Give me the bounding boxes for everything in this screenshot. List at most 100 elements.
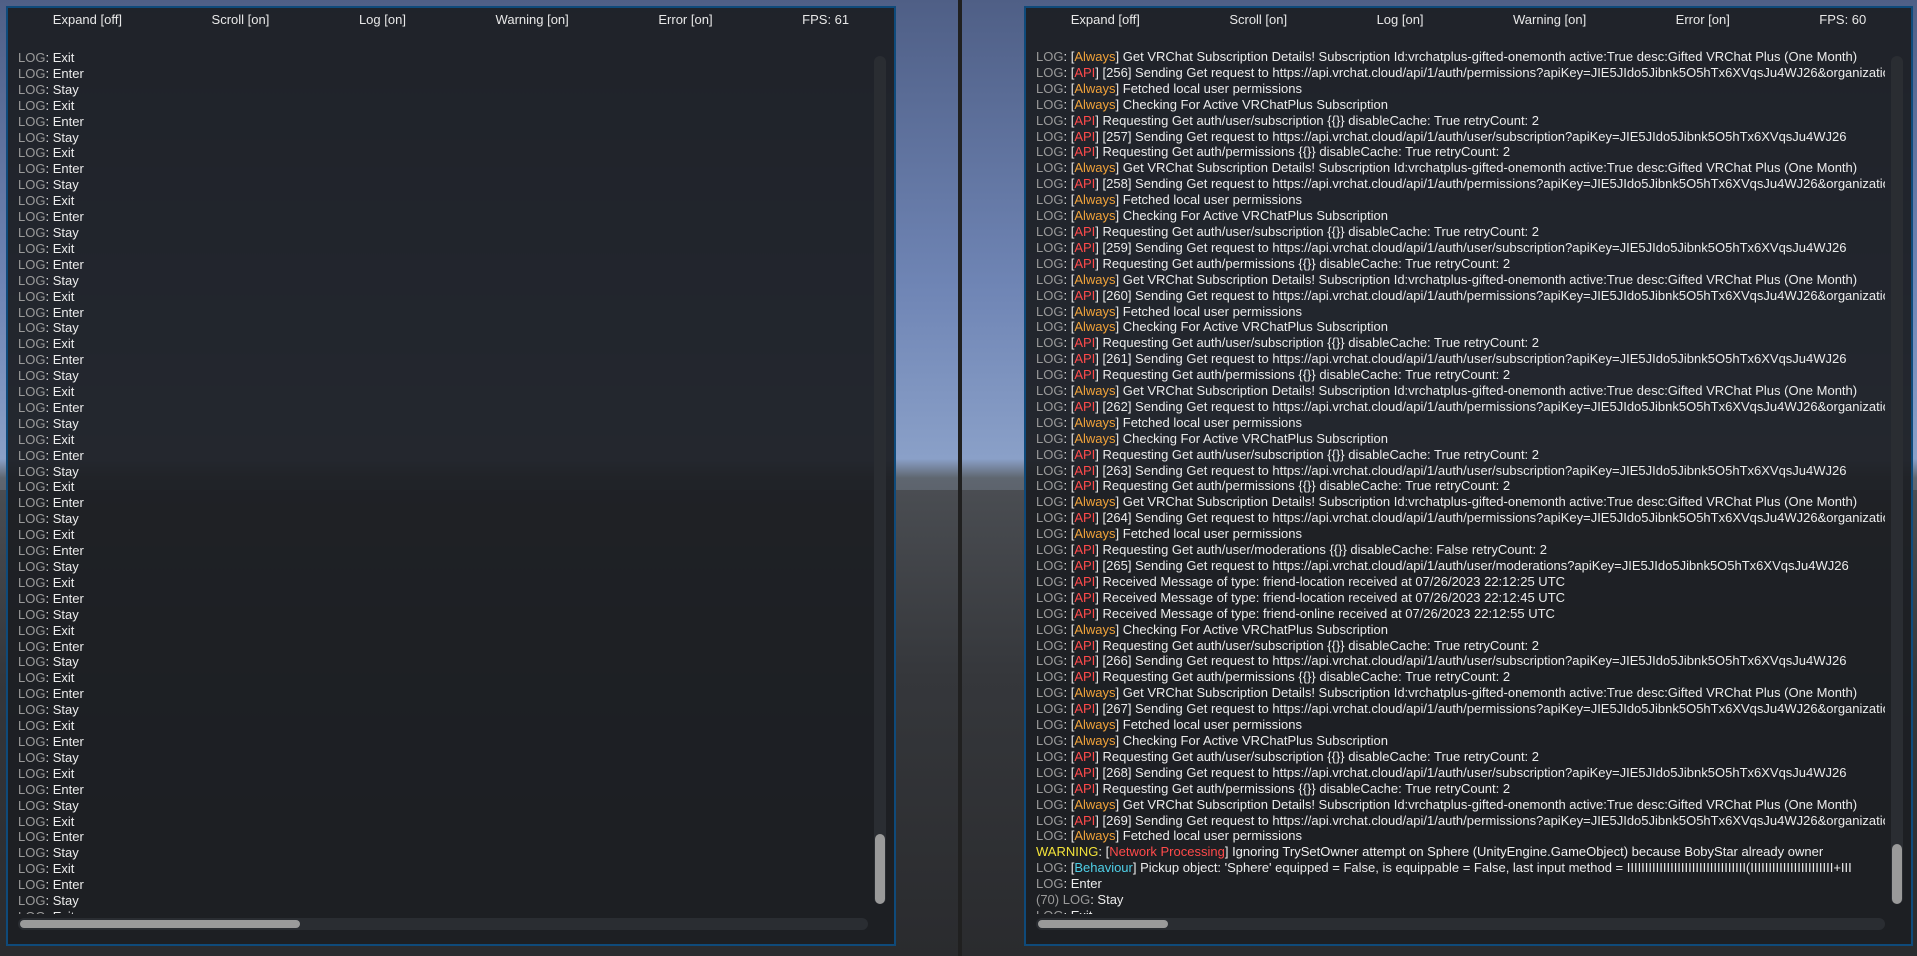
log-level: LOG [18,431,46,447]
log-level: LOG [18,272,46,288]
log-level: LOG [18,161,46,177]
log-message: Requesting Get auth/user/subscription {{… [1102,637,1540,653]
log-message: Stay [52,845,79,861]
log-toggle[interactable]: Log [on] [1377,12,1424,27]
log-message: Enter [52,781,84,797]
log-message: Enter [52,543,84,559]
log-line: LOG: [Always] Checking For Active VRChat… [1036,96,1388,112]
log-level: LOG [1036,589,1064,605]
log-level: LOG [18,527,46,543]
log-level: LOG [18,893,46,909]
log-line: LOG: Stay [18,129,79,145]
log-message: Stay [52,368,79,384]
log-message: Ignoring TrySetOwner attempt on Sphere (… [1232,844,1824,860]
log-level: LOG [18,686,46,702]
log-line: LOG: [Always] Get VRChat Subscription De… [1036,49,1858,64]
console-toolbar: Expand [off] Scroll [on] Log [on] Warnin… [1026,8,1911,30]
log-message: Enter [52,829,84,845]
log-level: LOG [1036,335,1064,351]
log-level: LOG [18,97,46,113]
error-toggle[interactable]: Error [on] [1676,12,1730,27]
log-level: LOG [1036,860,1064,876]
error-toggle[interactable]: Error [on] [658,12,712,27]
log-line: LOG: Exit [18,50,75,65]
log-level: LOG [1036,764,1064,780]
log-line: LOG: Exit [18,431,75,447]
log-message: Requesting Get auth/permissions {{}} dis… [1102,478,1511,494]
log-tag: Always [1074,796,1116,812]
log-line: LOG: [API] [256] Sending Get request to … [1036,65,1885,81]
log-message: Fetched local user permissions [1122,192,1302,208]
log-line: LOG: Enter [18,256,84,272]
log-tag: API [1074,112,1096,128]
log-message: Requesting Get auth/user/subscription {{… [1102,748,1540,764]
log-line: LOG: Enter [18,686,84,702]
log-line: LOG: [API] [268] Sending Get request to … [1036,764,1847,780]
log-message: Enter [52,352,84,368]
log-message: Stay [52,606,79,622]
scroll-toggle[interactable]: Scroll [on] [212,12,270,27]
log-level: LOG [18,384,46,400]
log-message: Fetched local user permissions [1122,526,1302,542]
log-message: Exit [52,527,75,543]
log-message: Requesting Get auth/permissions {{}} dis… [1102,669,1511,685]
log-toggle[interactable]: Log [on] [359,12,406,27]
log-tag: Always [1074,526,1116,542]
log-message: Enter [1070,876,1102,892]
log-line: LOG: Exit [18,193,75,209]
log-level: LOG [1036,208,1064,224]
log-message: Requesting Get auth/permissions {{}} dis… [1102,367,1511,383]
log-level: LOG [18,733,46,749]
vertical-scrollbar[interactable] [874,56,886,904]
log-message: Requesting Get auth/user/subscription {{… [1102,335,1540,351]
log-message: Enter [52,256,84,272]
log-tag: Always [1074,80,1116,96]
log-level: LOG [18,224,46,240]
log-line: LOG: [Always] Checking For Active VRChat… [1036,208,1388,224]
log-line: LOG: [API] Received Message of type: fri… [1036,605,1555,621]
log-message: Checking For Active VRChatPlus Subscript… [1122,96,1388,112]
log-tag: API [1074,255,1096,271]
log-message: [256] Sending Get request to https://api… [1102,64,1885,80]
vertical-scrollbar[interactable] [1891,56,1903,904]
log-line: LOG: [API] Requesting Get auth/permissio… [1036,669,1511,685]
scroll-thumb[interactable] [875,834,885,904]
log-line: LOG: Exit [18,574,75,590]
log-tag: API [1074,239,1096,255]
log-message: Exit [52,97,75,113]
log-tag: API [1074,605,1096,621]
log-message: Requesting Get auth/permissions {{}} dis… [1102,780,1511,796]
log-level: LOG [18,781,46,797]
expand-toggle[interactable]: Expand [off] [53,12,122,27]
log-message: [263] Sending Get request to https://api… [1102,462,1847,478]
warning-toggle[interactable]: Warning [on] [1513,12,1586,27]
log-line: LOG: Exit [18,909,868,914]
scroll-thumb[interactable] [20,920,300,928]
expand-toggle[interactable]: Expand [off] [1071,12,1140,27]
scroll-toggle[interactable]: Scroll [on] [1229,12,1287,27]
log-message: Enter [52,686,84,702]
log-level: LOG [1036,383,1064,399]
log-message: Checking For Active VRChatPlus Subscript… [1122,621,1388,637]
log-message: Exit [52,479,75,495]
log-line: LOG: [API] Received Message of type: fri… [1036,589,1566,605]
log-level: LOG [1036,144,1064,160]
log-message: Enter [52,495,84,511]
horizontal-scrollbar[interactable] [1036,918,1885,930]
horizontal-scrollbar[interactable] [18,918,868,930]
log-level: LOG [18,574,46,590]
log-line: LOG: Stay [18,511,79,527]
log-line: LOG: [API] [258] Sending Get request to … [1036,176,1885,192]
split-screen-divider [958,0,962,956]
scroll-thumb[interactable] [1038,920,1168,928]
log-message: Stay [52,177,79,193]
scroll-thumb[interactable] [1892,844,1902,904]
warning-toggle[interactable]: Warning [on] [496,12,569,27]
log-message: Stay [52,129,79,145]
log-line: LOG: Enter [18,877,84,893]
log-tag: Always [1074,303,1116,319]
log-level: LOG [1036,255,1064,271]
log-level: LOG [18,50,46,65]
log-level: LOG [1036,526,1064,542]
log-tag: Always [1074,732,1116,748]
